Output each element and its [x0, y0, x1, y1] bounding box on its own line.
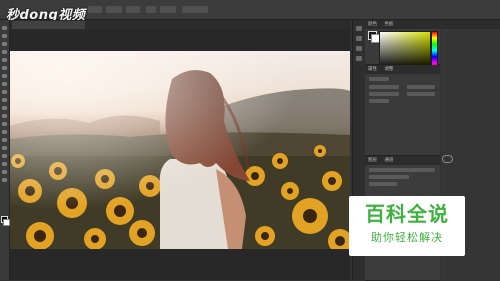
- lasso-tool-icon[interactable]: [2, 42, 7, 46]
- hand-tool-icon[interactable]: [2, 170, 7, 174]
- eyedropper-tool-icon[interactable]: [2, 66, 7, 70]
- properties-field-1[interactable]: [369, 85, 399, 89]
- properties-field-4[interactable]: [407, 92, 435, 96]
- tool-option-3[interactable]: [126, 6, 140, 13]
- tool-option-5[interactable]: [160, 6, 176, 13]
- brush-tool-icon[interactable]: [2, 82, 7, 86]
- properties-title-row: [369, 77, 389, 81]
- photo-illustration: [10, 51, 350, 249]
- properties-field-5[interactable]: [369, 99, 389, 103]
- color-panel-tabs[interactable]: 颜色 色板: [365, 20, 440, 29]
- marquee-tool-icon[interactable]: [2, 34, 7, 38]
- color-panel: 颜色 色板: [365, 20, 440, 70]
- brush-panel-icon[interactable]: [356, 36, 362, 41]
- document-tab[interactable]: [12, 21, 85, 29]
- layer-filter-bar[interactable]: [369, 168, 435, 172]
- tool-option-4[interactable]: [146, 6, 156, 13]
- move-tool-icon[interactable]: [2, 26, 7, 30]
- type-tool-icon[interactable]: [2, 146, 7, 150]
- baike-brand-box: 百科全说 助你轻松解决: [349, 196, 465, 256]
- cloud-icon: [442, 155, 453, 163]
- quick-select-tool-icon[interactable]: [2, 50, 7, 54]
- shape-tool-icon[interactable]: [2, 162, 7, 166]
- history-brush-tool-icon[interactable]: [2, 98, 7, 102]
- zoom-tool-icon[interactable]: [2, 178, 7, 182]
- brand-subtitle: 助你轻松解决: [371, 231, 443, 244]
- pen-tool-icon[interactable]: [2, 138, 7, 142]
- tab-layers[interactable]: 图层: [368, 158, 377, 163]
- layers-panel-tabs[interactable]: 图层 通道: [365, 156, 440, 165]
- properties-panel-tabs[interactable]: 属性 调整: [365, 65, 440, 74]
- tool-option-6[interactable]: [182, 6, 208, 13]
- history-panel-icon[interactable]: [356, 26, 362, 31]
- blend-mode-select[interactable]: [369, 175, 409, 179]
- photo-canvas-image[interactable]: [10, 51, 350, 249]
- stamp-tool-icon[interactable]: [2, 90, 7, 94]
- path-select-tool-icon[interactable]: [2, 154, 7, 158]
- libraries-panel-header: [441, 20, 500, 29]
- paragraph-panel-icon[interactable]: [356, 56, 362, 61]
- lock-controls[interactable]: [369, 182, 397, 186]
- document-tab-bar: [10, 20, 350, 30]
- dodge-tool-icon[interactable]: [2, 130, 7, 134]
- tab-swatches[interactable]: 色板: [384, 22, 393, 27]
- brand-title: 百科全说: [365, 202, 449, 226]
- tab-properties[interactable]: 属性: [368, 67, 377, 72]
- properties-field-2[interactable]: [407, 85, 435, 89]
- tool-option-2[interactable]: [106, 6, 122, 13]
- properties-field-3[interactable]: [369, 92, 399, 96]
- crop-tool-icon[interactable]: [2, 58, 7, 62]
- background-color-swatch[interactable]: [3, 219, 10, 226]
- eraser-tool-icon[interactable]: [2, 106, 7, 110]
- tab-color[interactable]: 颜色: [368, 22, 377, 27]
- character-panel-icon[interactable]: [356, 46, 362, 51]
- tool-option-1[interactable]: [88, 6, 102, 13]
- gradient-tool-icon[interactable]: [2, 114, 7, 118]
- blur-tool-icon[interactable]: [2, 122, 7, 126]
- properties-panel: 属性 调整: [365, 65, 440, 156]
- tools-panel: [0, 20, 10, 280]
- tab-adjustments[interactable]: 调整: [384, 67, 393, 72]
- tab-channels[interactable]: 通道: [384, 158, 393, 163]
- healing-tool-icon[interactable]: [2, 74, 7, 78]
